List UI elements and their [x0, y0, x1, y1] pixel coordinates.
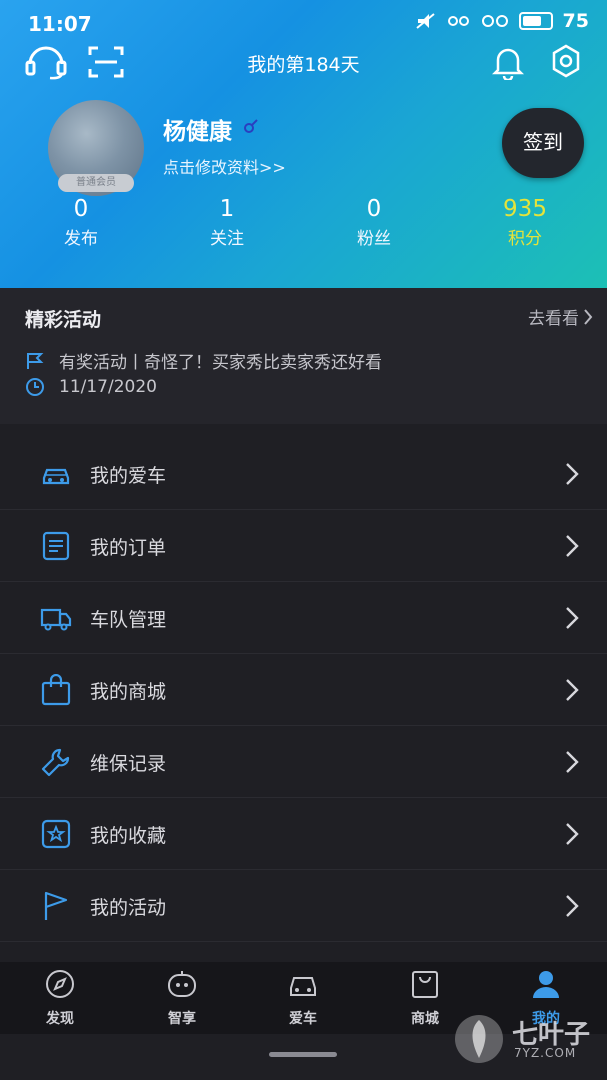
checkin-button[interactable]: 签到 — [502, 108, 584, 178]
flag-icon — [44, 891, 68, 920]
menu-item-my-activities[interactable]: 我的活动 — [0, 870, 607, 942]
chevron-right-icon — [566, 895, 579, 917]
menu-item-maintenance[interactable]: 维保记录 — [0, 726, 607, 798]
car-icon — [42, 468, 70, 485]
menu-list: 我的爱车 我的订单 车队管理 我的商城 维保记录 我的收藏 我的活动 — [0, 438, 607, 942]
avatar[interactable]: 普通会员 — [48, 100, 144, 196]
stat-value: 0 — [366, 196, 382, 222]
shopping-bag-icon — [41, 674, 71, 706]
stat-label: 粉丝 — [357, 229, 391, 249]
chevron-right-icon — [584, 308, 593, 325]
tab-label: 智享 — [168, 1011, 196, 1027]
stat-value: 1 — [219, 196, 235, 222]
robot-icon — [168, 971, 196, 997]
mute-icon — [415, 13, 435, 29]
activity-more-link[interactable]: 去看看 — [528, 304, 593, 329]
menu-item-my-car[interactable]: 我的爱车 — [0, 438, 607, 510]
clock-icon — [26, 378, 44, 396]
menu-item-favorites[interactable]: 我的收藏 — [0, 798, 607, 870]
chevron-right-icon — [566, 679, 579, 701]
menu-label: 我的活动 — [90, 897, 167, 919]
activity-event-text: 有奖活动丨奇怪了！买家秀比卖家秀还好看 — [59, 353, 382, 373]
bell-icon[interactable] — [492, 44, 524, 80]
status-icons: 75 — [415, 10, 589, 32]
menu-item-my-orders[interactable]: 我的订单 — [0, 510, 607, 582]
stat-points[interactable]: 935 积分 — [465, 196, 585, 249]
stat-value: 0 — [73, 196, 89, 222]
stat-label: 发布 — [64, 229, 98, 249]
tab-label: 爱车 — [289, 1011, 317, 1027]
activity-date: 11/17/2020 — [25, 377, 157, 397]
order-icon — [42, 531, 70, 561]
menu-item-fleet[interactable]: 车队管理 — [0, 582, 607, 654]
wrench-icon — [41, 748, 70, 777]
watermark-domain: 7YZ.COM — [514, 1046, 577, 1060]
stats-row: 0 发布 1 关注 0 粉丝 935 积分 — [0, 196, 607, 256]
chevron-right-icon — [566, 463, 579, 485]
chevron-right-icon — [566, 535, 579, 557]
menu-label: 我的订单 — [90, 537, 167, 559]
flag-icon — [27, 352, 44, 369]
watermark: 七叶子 7YZ.COM — [452, 1008, 602, 1068]
tab-discover[interactable]: 发现 — [20, 962, 100, 1034]
activity-more-label: 去看看 — [528, 309, 579, 329]
activity-title: 精彩活动 — [25, 309, 102, 331]
menu-label: 我的收藏 — [90, 825, 167, 847]
stat-posts[interactable]: 0 发布 — [21, 196, 141, 249]
edit-profile-link[interactable]: 点击修改资料>> — [163, 154, 286, 178]
chevron-right-icon — [566, 751, 579, 773]
truck-icon — [40, 608, 72, 631]
profile-header: 11:07 75 我的第184天 普通会员 杨健康 点击修改资料>> 签到 0 … — [0, 0, 607, 288]
tab-car[interactable]: 爱车 — [263, 962, 343, 1034]
member-badge: 普通会员 — [58, 174, 134, 192]
menu-label: 维保记录 — [90, 753, 167, 775]
tab-smart[interactable]: 智享 — [142, 962, 222, 1034]
battery-icon — [518, 12, 553, 30]
car-icon — [290, 977, 316, 996]
stat-followers[interactable]: 0 粉丝 — [314, 196, 434, 249]
leaf-logo-icon — [455, 1015, 503, 1063]
stat-following[interactable]: 1 关注 — [167, 196, 287, 249]
gear-icon[interactable] — [549, 44, 583, 78]
menu-label: 我的爱车 — [90, 465, 167, 487]
stat-label: 关注 — [210, 229, 244, 249]
stat-label: 积分 — [508, 229, 542, 249]
activity-event[interactable]: 有奖活动丨奇怪了！买家秀比卖家秀还好看 — [25, 348, 382, 373]
compass-icon — [46, 970, 74, 998]
activity-card[interactable]: 精彩活动 去看看 有奖活动丨奇怪了！买家秀比卖家秀还好看 11/17/2020 — [0, 288, 607, 424]
menu-label: 我的商城 — [90, 681, 167, 703]
person-icon — [533, 971, 559, 998]
battery-level: 75 — [562, 10, 589, 32]
user-name: 杨健康 — [163, 119, 232, 145]
bag-icon — [412, 971, 438, 998]
stat-value: 935 — [503, 196, 547, 222]
gender-male-icon — [244, 119, 258, 133]
menu-item-my-mall[interactable]: 我的商城 — [0, 654, 607, 726]
link-icon — [481, 15, 508, 27]
star-icon — [41, 819, 71, 849]
signal-icon — [447, 16, 469, 26]
menu-label: 车队管理 — [90, 609, 167, 631]
status-time: 11:07 — [28, 12, 92, 36]
home-indicator[interactable] — [269, 1052, 337, 1057]
activity-date-text: 11/17/2020 — [59, 377, 157, 397]
chevron-right-icon — [566, 823, 579, 845]
status-bar: 11:07 75 — [0, 0, 607, 50]
tab-label: 发现 — [46, 1011, 74, 1027]
chevron-right-icon — [566, 607, 579, 629]
